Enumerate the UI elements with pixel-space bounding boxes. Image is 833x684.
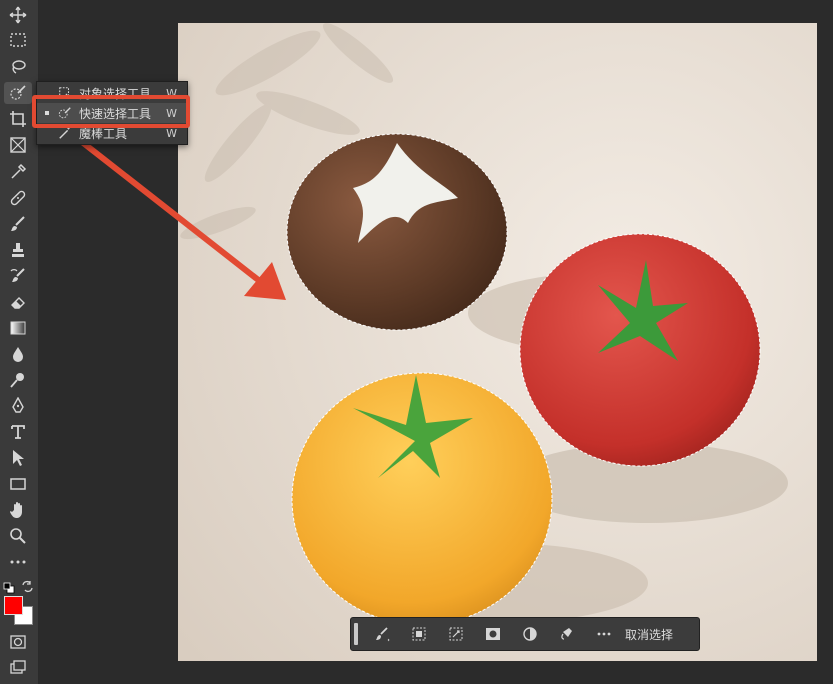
more-options-icon[interactable] xyxy=(591,621,617,647)
generative-fill-icon[interactable] xyxy=(554,621,580,647)
invert-selection-icon[interactable] xyxy=(517,621,543,647)
deselect-button[interactable]: 取消选择 xyxy=(625,626,673,643)
contextual-task-bar: 取消选择 xyxy=(350,617,700,651)
drag-handle[interactable] xyxy=(354,623,358,645)
select-subject-brush-icon[interactable] xyxy=(369,621,395,647)
highlight-box xyxy=(32,95,190,128)
select-subject-icon[interactable] xyxy=(406,621,432,647)
mask-icon[interactable] xyxy=(480,621,506,647)
flyout-item-shortcut: W xyxy=(166,126,177,140)
transform-selection-icon[interactable] xyxy=(443,621,469,647)
